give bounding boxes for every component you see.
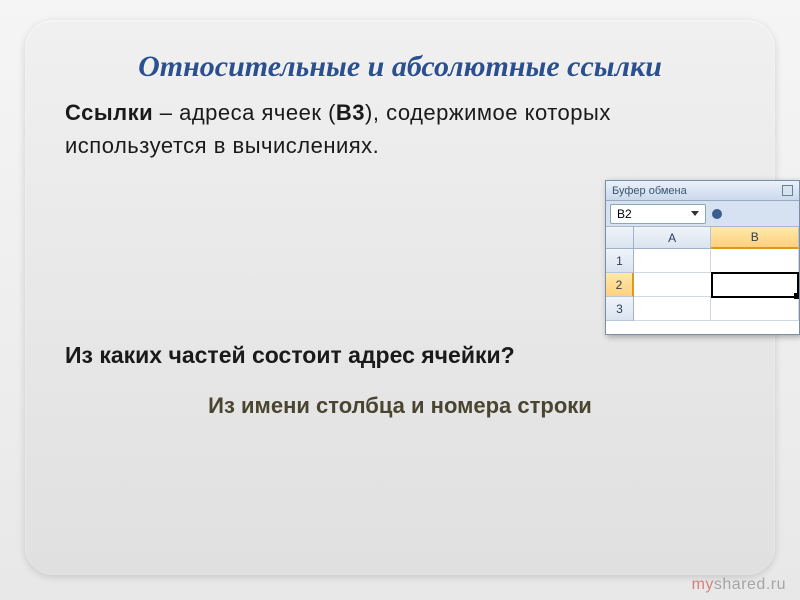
- row-header-2[interactable]: 2: [606, 273, 634, 297]
- formula-bar-row: B2: [606, 201, 799, 227]
- column-header-a[interactable]: A: [634, 227, 712, 249]
- spreadsheet-grid[interactable]: A B 1 2 3: [606, 227, 799, 321]
- watermark-suffix: shared.ru: [714, 576, 786, 593]
- watermark-prefix: my: [692, 576, 714, 593]
- body-cell-ref: В3: [336, 100, 365, 125]
- cell-a1[interactable]: [634, 249, 712, 273]
- name-box[interactable]: B2: [610, 204, 706, 224]
- cell-a3[interactable]: [634, 297, 712, 321]
- excel-screenshot: Буфер обмена B2 A B 1 2 3: [605, 180, 800, 335]
- clipboard-text: Буфер обмена: [612, 185, 687, 197]
- body-after-lead: – адреса ячеек (: [153, 100, 336, 125]
- fx-icon[interactable]: [712, 209, 722, 219]
- body-text: Ссылки – адреса ячеек (В3), содержимое к…: [65, 96, 735, 162]
- cell-b2-active[interactable]: [711, 272, 799, 298]
- question-text: Из каких частей состоит адрес ячейки?: [65, 342, 735, 369]
- clipboard-group-label: Буфер обмена: [606, 181, 799, 201]
- answer-text: Из имени столбца и номера строки: [65, 393, 735, 419]
- row-header-1[interactable]: 1: [606, 249, 634, 273]
- chevron-down-icon[interactable]: [691, 211, 699, 216]
- watermark: myshared.ru: [692, 576, 786, 594]
- select-all-corner[interactable]: [606, 227, 634, 249]
- name-box-value: B2: [617, 207, 632, 221]
- cell-b1[interactable]: [711, 249, 799, 273]
- body-lead: Ссылки: [65, 100, 153, 125]
- row-header-3[interactable]: 3: [606, 297, 634, 321]
- dialog-launcher-icon[interactable]: [782, 185, 793, 196]
- column-header-b[interactable]: B: [711, 227, 799, 249]
- slide-title: Относительные и абсолютные ссылки: [65, 50, 735, 84]
- cell-a2[interactable]: [634, 273, 712, 297]
- cell-b3[interactable]: [711, 297, 799, 321]
